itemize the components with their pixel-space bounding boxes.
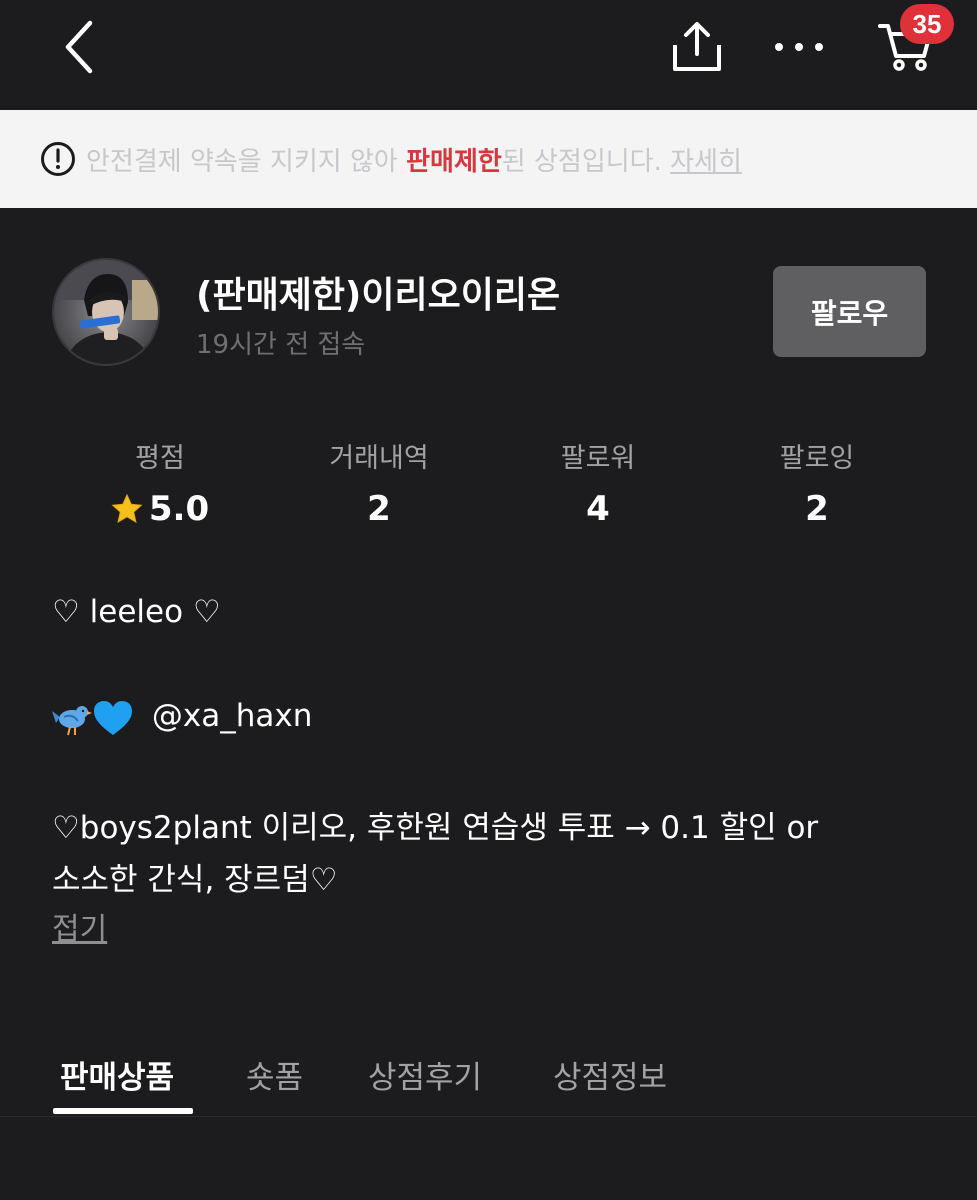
star-icon: [111, 493, 143, 524]
social-handle: @xa_haxn: [151, 698, 313, 734]
banner-detail-link[interactable]: 자세히: [670, 147, 742, 177]
cart-count-badge: 35: [900, 4, 954, 44]
collapse-bio-link[interactable]: 접기: [52, 904, 107, 948]
banner-highlight: 판매제한: [406, 146, 502, 177]
stat-value: 5.0: [70, 489, 250, 529]
banner-message: 안전결제 약속을 지키지 않아 판매제한된 상점입니다. 자세히: [86, 141, 742, 178]
bird-emoji-icon: [52, 705, 92, 735]
stat-value: 2: [367, 489, 391, 529]
blue-heart-icon: [94, 700, 132, 735]
share-icon: [673, 22, 721, 71]
back-button[interactable]: [48, 12, 112, 82]
stat-label: 팔로워: [560, 443, 636, 474]
bio-line: 소소한 간식, 장르덤♡: [52, 862, 338, 898]
banner-text-after: 된 상점입니다.: [501, 146, 671, 177]
top-navigation-bar: 35: [0, 0, 977, 108]
banner-text-before: 안전결제 약속을 지키지 않아: [86, 146, 407, 177]
tab-shortform[interactable]: 숏폼: [246, 1052, 303, 1097]
shop-name: (판매제한)이리오이리온: [196, 275, 561, 316]
more-horizontal-icon: [775, 43, 823, 51]
bio-line: ♡ leeleo ♡: [52, 594, 221, 630]
follow-button[interactable]: 팔로우: [773, 266, 926, 357]
avatar[interactable]: [52, 258, 160, 366]
active-tab-indicator: [53, 1108, 193, 1114]
share-button[interactable]: [662, 12, 732, 82]
stat-value: 2: [805, 489, 829, 529]
avatar-image: [54, 260, 158, 364]
stat-label: 거래내역: [329, 443, 429, 474]
stat-transactions[interactable]: 거래내역 2: [289, 436, 469, 529]
stat-rating[interactable]: 평점 5.0: [70, 436, 250, 529]
stat-label: 팔로잉: [779, 443, 855, 474]
restriction-banner: 안전결제 약속을 지키지 않아 판매제한된 상점입니다. 자세히: [0, 110, 977, 208]
stat-value: 4: [586, 489, 610, 529]
stat-following[interactable]: 팔로잉 2: [727, 436, 907, 529]
alert-circle-icon: [41, 142, 75, 176]
last-access-time: 19시간 전 접속: [196, 330, 366, 360]
bio-line: ♡boys2plant 이리오, 후한원 연습생 투표 → 0.1 할인 or: [52, 810, 819, 846]
stat-followers[interactable]: 팔로워 4: [508, 436, 688, 529]
more-options-button[interactable]: [762, 12, 836, 82]
tab-products[interactable]: 판매상품: [60, 1052, 174, 1097]
shop-tabs: 판매상품 숏폼 상점후기 상점정보: [0, 1040, 977, 1117]
rating-value: 5.0: [148, 489, 210, 529]
chevron-left-icon: [65, 20, 93, 74]
shop-profile-page: 35 안전결제 약속을 지키지 않아 판매제한된 상점입니다. 자세히 (판매제…: [0, 0, 977, 1200]
tab-reviews[interactable]: 상점후기: [368, 1052, 482, 1097]
tab-shop-info[interactable]: 상점정보: [553, 1052, 667, 1097]
bio-line: @xa_haxn: [52, 698, 312, 737]
stat-label: 평점: [135, 443, 185, 474]
